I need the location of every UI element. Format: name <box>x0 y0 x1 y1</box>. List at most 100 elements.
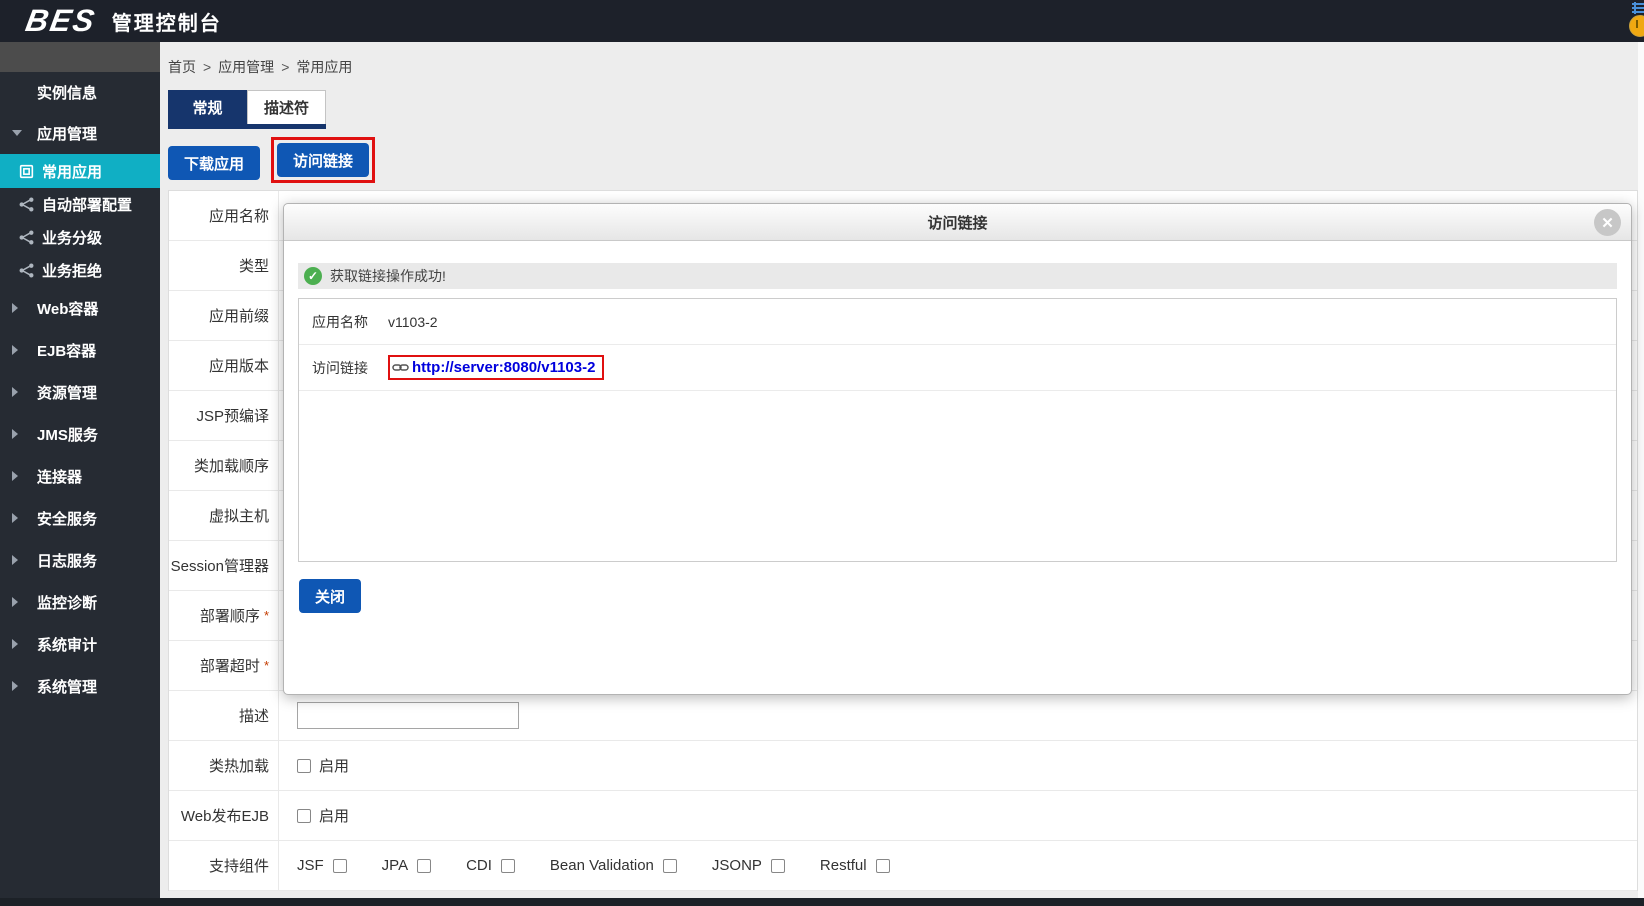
link-icon <box>392 361 409 374</box>
option-label: CDI <box>466 857 492 874</box>
form-label-text: 部署超时 <box>199 658 260 675</box>
sidebar-item-label: 日志服务 <box>37 552 98 570</box>
caret-right-icon <box>12 513 18 523</box>
sidebar-item-system-audit[interactable]: 系统审计 <box>0 623 160 665</box>
sidebar-item-connector[interactable]: 连接器 <box>0 455 160 497</box>
form-label: 应用名称 <box>169 191 279 240</box>
form-label-text: 描述 <box>238 708 269 725</box>
sidebar-item-web-container[interactable]: Web容器 <box>0 287 160 329</box>
dialog-title-bar: 访问链接 ✕ <box>284 204 1631 241</box>
sidebar-top-panel <box>0 42 160 72</box>
form-label: 类型 <box>169 241 279 290</box>
sidebar-item-business-reject[interactable]: 业务拒绝 <box>0 254 160 287</box>
share-icon <box>18 262 35 279</box>
option-jpa: JPA <box>381 857 432 874</box>
sidebar-item-business-grading[interactable]: 业务分级 <box>0 221 160 254</box>
dialog-field-label: 应用名称 <box>312 313 368 330</box>
checkbox-label: 启用 <box>319 808 350 825</box>
sidebar-item-security-service[interactable]: 安全服务 <box>0 497 160 539</box>
info-icon[interactable] <box>1631 1 1644 15</box>
red-highlight-box: http://server:8080/v1103-2 <box>388 355 605 380</box>
access-link-url[interactable]: http://server:8080/v1103-2 <box>412 359 595 376</box>
class-hot-reload-checkbox[interactable] <box>297 758 311 773</box>
sidebar-item-label: 实例信息 <box>37 84 98 102</box>
download-app-button[interactable]: 下载应用 <box>168 146 261 180</box>
caret-right-icon <box>12 639 18 649</box>
sidebar-item-ejb-container[interactable]: EJB容器 <box>0 329 160 371</box>
close-button[interactable]: 关闭 <box>299 579 362 613</box>
form-label-text: Web发布EJB <box>180 808 269 825</box>
caret-right-icon <box>12 681 18 691</box>
jsonp-checkbox[interactable] <box>770 858 785 873</box>
form-label-text: 应用名称 <box>208 208 269 225</box>
tab-general[interactable]: 常规 <box>168 90 247 124</box>
form-field: 启用 <box>279 791 1637 840</box>
caret-right-icon <box>12 555 18 565</box>
option-restful: Restful <box>820 857 890 874</box>
sidebar-item-label: 系统审计 <box>37 636 98 654</box>
option-label: JSF <box>297 857 324 874</box>
web-publish-ejb-checkbox[interactable] <box>297 808 311 823</box>
option-label: Bean Validation <box>549 857 654 874</box>
form-label-text: JSP预编译 <box>196 408 269 425</box>
checkbox-label: 启用 <box>319 758 350 775</box>
sidebar-item-common-apps[interactable]: 常用应用 <box>0 154 160 188</box>
sidebar-item-jms-service[interactable]: JMS服务 <box>0 413 160 455</box>
option-jsonp: JSONP <box>712 857 785 874</box>
sidebar-item-label: 业务拒绝 <box>42 263 103 280</box>
form-label: 应用前缀 <box>169 291 279 340</box>
option-bean-validation: Bean Validation <box>550 857 677 874</box>
form-label-text: 部署顺序 <box>199 608 260 625</box>
sidebar-item-instance-info[interactable]: 实例信息 <box>0 72 160 112</box>
bes-logo: BES <box>23 3 99 38</box>
form-row-web-publish-ejb: Web发布EJB 启用 <box>169 791 1637 841</box>
tab-bar: 常规 描述符 <box>168 90 326 129</box>
form-label: JSP预编译 <box>169 391 279 440</box>
form-label: 类加载顺序 <box>169 441 279 490</box>
app-header: BES 管理控制台 <box>0 0 1644 42</box>
sidebar-item-label: 应用管理 <box>37 125 98 143</box>
form-field: 启用 <box>279 741 1637 790</box>
form-label-text: 类热加载 <box>208 758 269 775</box>
close-icon[interactable]: ✕ <box>1594 209 1621 236</box>
description-input[interactable] <box>297 702 519 729</box>
sidebar-item-app-management[interactable]: 应用管理 <box>0 112 160 154</box>
form-label-text: Session管理器 <box>170 558 269 575</box>
form-field: JSF JPA CDI Bean Validation JSONP Restful <box>279 841 1637 890</box>
form-label: 应用版本 <box>169 341 279 390</box>
jsf-checkbox[interactable] <box>332 858 347 873</box>
restful-checkbox[interactable] <box>875 858 890 873</box>
access-link-button[interactable]: 访问链接 <box>277 143 370 177</box>
sidebar-item-auto-deploy-config[interactable]: 自动部署配置 <box>0 188 160 221</box>
sidebar-item-resource-management[interactable]: 资源管理 <box>0 371 160 413</box>
cdi-checkbox[interactable] <box>500 858 515 873</box>
form-label: Session管理器 <box>169 541 279 590</box>
dialog-field-app-name: 应用名称 v1103-2 <box>299 299 1616 345</box>
breadcrumb-separator: > <box>281 59 290 75</box>
clock-icon[interactable] <box>1629 15 1644 37</box>
tab-descriptor[interactable]: 描述符 <box>247 90 326 124</box>
jpa-checkbox[interactable] <box>417 858 432 873</box>
sidebar-item-label: 自动部署配置 <box>42 197 133 214</box>
option-label: JPA <box>381 857 409 874</box>
bean-validation-checkbox[interactable] <box>662 858 677 873</box>
form-field <box>279 691 1637 740</box>
sidebar-item-label: 连接器 <box>37 468 83 486</box>
caret-right-icon <box>12 429 18 439</box>
form-row-support-components: 支持组件 JSF JPA CDI Bean Validation JSONP Restful <box>169 841 1637 891</box>
sidebar-item-log-service[interactable]: 日志服务 <box>0 539 160 581</box>
form-label: 虚拟主机 <box>169 491 279 540</box>
sidebar-item-monitor-diagnosis[interactable]: 监控诊断 <box>0 581 160 623</box>
breadcrumb-item[interactable]: 常用应用 <box>296 57 352 77</box>
bottom-bar <box>0 898 1644 906</box>
red-highlight-box: 访问链接 <box>271 137 376 183</box>
form-row-description: 描述 <box>169 691 1637 741</box>
breadcrumb-item[interactable]: 应用管理 <box>218 57 274 77</box>
sidebar-item-system-management[interactable]: 系统管理 <box>0 665 160 707</box>
breadcrumb-item[interactable]: 首页 <box>168 57 196 77</box>
success-message-text: 获取链接操作成功! <box>330 268 446 284</box>
dialog-field-label: 访问链接 <box>312 359 368 376</box>
dialog-field-value: v1103-2 <box>388 313 438 330</box>
form-label: 支持组件 <box>169 841 279 890</box>
form-label: 部署超时 * <box>169 641 279 690</box>
